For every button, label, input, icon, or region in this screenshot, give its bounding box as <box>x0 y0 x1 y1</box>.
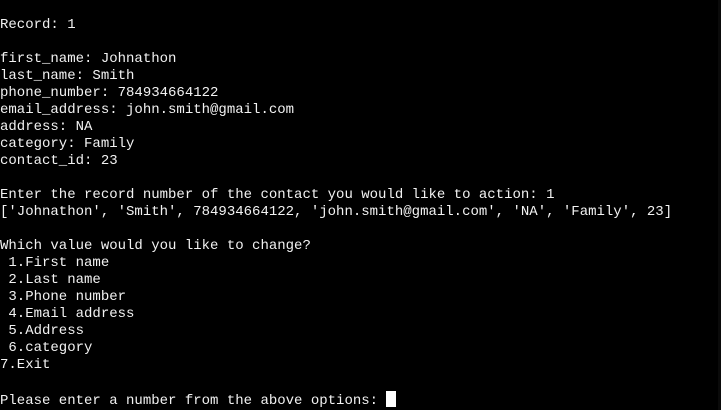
record-list-output: ['Johnathon', 'Smith', 784934664122, 'jo… <box>0 204 673 220</box>
action-prompt: Enter the record number of the contact y… <box>0 187 555 203</box>
option-first-name: 1.First name <box>0 255 110 271</box>
field-last-name: last_name: Smith <box>0 68 135 84</box>
record-header: Record: 1 <box>0 17 76 33</box>
field-email-address: email_address: john.smith@gmail.com <box>0 102 295 118</box>
option-phone-number: 3.Phone number <box>0 289 127 305</box>
option-exit: 7.Exit <box>0 357 51 373</box>
field-address: address: NA <box>0 119 93 135</box>
field-contact-id: contact_id: 23 <box>0 153 118 169</box>
terminal-window[interactable]: Record: 1 first_name: Johnathon last_nam… <box>0 0 721 410</box>
field-phone-number: phone_number: 784934664122 <box>0 85 219 101</box>
option-last-name: 2.Last name <box>0 272 101 288</box>
field-first-name: first_name: Johnathon <box>0 51 177 67</box>
change-question: Which value would you like to change? <box>0 238 311 254</box>
option-email-address: 4.Email address <box>0 306 135 322</box>
option-category: 6.category <box>0 340 93 356</box>
field-category: category: Family <box>0 136 135 152</box>
input-line[interactable]: Please enter a number from the above opt… <box>0 391 721 408</box>
input-prompt: Please enter a number from the above opt… <box>0 393 387 408</box>
option-address: 5.Address <box>0 323 85 339</box>
block-cursor-icon[interactable] <box>386 391 397 407</box>
